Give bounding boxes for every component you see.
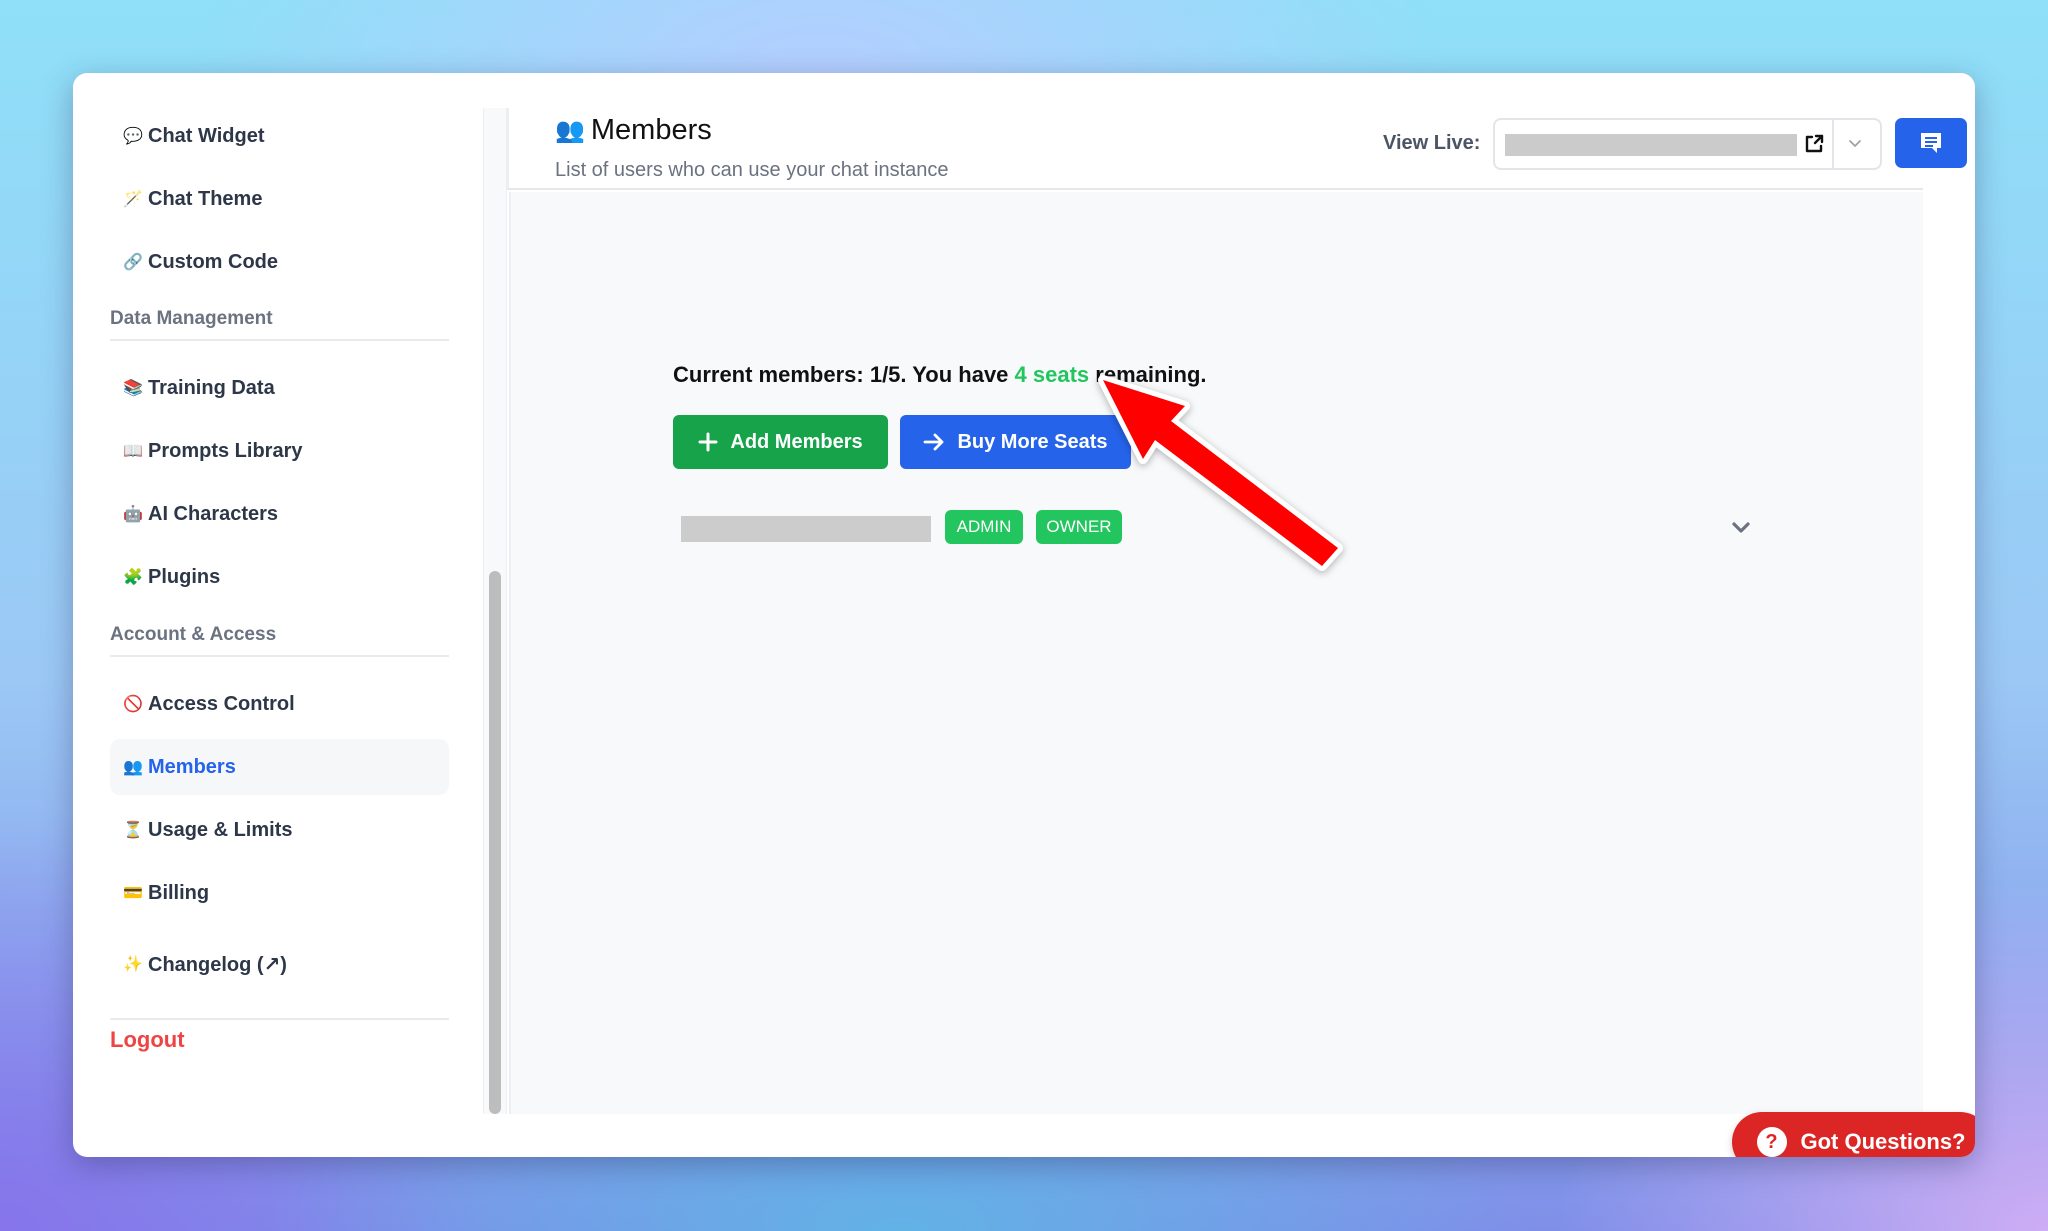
sidebar: 💬 Chat Widget 🪄 Chat Theme 🔗 Custom Code… [110, 108, 490, 1114]
plus-icon [698, 432, 718, 452]
sidebar-item-label: AI Characters [148, 502, 279, 525]
admin-badge: ADMIN [945, 510, 1023, 544]
app-window: 💬 Chat Widget 🪄 Chat Theme 🔗 Custom Code… [73, 73, 1975, 1157]
member-row[interactable]: ADMIN OWNER [681, 506, 1771, 556]
view-live-label: View Live: [1383, 132, 1481, 154]
prohibited-icon: 🚫 [123, 696, 143, 713]
sidebar-item-label: Prompts Library [148, 439, 303, 462]
sidebar-item-custom-code[interactable]: 🔗 Custom Code [110, 234, 449, 290]
sidebar-item-label: Chat Widget [148, 124, 265, 147]
section-title-data-management: Data Management [110, 308, 449, 341]
sidebar-item-changelog[interactable]: ✨ Changelog (↗) [110, 936, 449, 992]
open-chat-button[interactable] [1895, 118, 1967, 168]
seats-remaining: 4 seats [1014, 362, 1090, 387]
sidebar-item-chat-widget[interactable]: 💬 Chat Widget [110, 108, 449, 164]
credit-card-icon: 💳 [123, 885, 143, 902]
external-link-icon[interactable] [1802, 132, 1826, 156]
owner-badge: OWNER [1036, 510, 1122, 544]
sidebar-item-label: Changelog (↗) [148, 953, 287, 976]
sidebar-item-training-data[interactable]: 📚 Training Data [110, 360, 449, 416]
member-email-redacted [681, 516, 931, 542]
select-separator [1832, 120, 1834, 168]
users-icon: 👥 [123, 759, 143, 776]
sidebar-item-ai-characters[interactable]: 🤖 AI Characters [110, 486, 449, 542]
buy-more-seats-label: Buy More Seats [957, 430, 1108, 453]
page-title-text: Members [590, 114, 712, 146]
sidebar-item-prompts-library[interactable]: 📖 Prompts Library [110, 423, 449, 479]
section-title-account-access: Account & Access [110, 624, 449, 657]
sidebar-divider [110, 1018, 449, 1020]
puzzle-icon: 🧩 [123, 569, 143, 586]
sidebar-item-members[interactable]: 👥 Members [110, 739, 449, 795]
sidebar-item-label: Access Control [148, 692, 295, 715]
hourglass-icon: ⏳ [123, 822, 143, 839]
sidebar-scrollbar-thumb[interactable] [489, 571, 501, 1114]
sparkles-icon: ✨ [123, 956, 143, 973]
chevron-down-icon[interactable] [1840, 132, 1870, 156]
members-summary: Current members: 1/5. You have 4 seats r… [673, 362, 1207, 388]
sidebar-item-plugins[interactable]: 🧩 Plugins [110, 549, 449, 605]
add-members-label: Add Members [730, 430, 863, 453]
link-icon: 🔗 [123, 254, 143, 271]
robot-icon: 🤖 [123, 506, 143, 523]
logout-link[interactable]: Logout [110, 1027, 185, 1053]
arrow-right-icon [924, 433, 944, 451]
chat-message-icon [1921, 133, 1941, 153]
page-subtitle: List of users who can use your chat inst… [555, 159, 949, 181]
open-book-icon: 📖 [123, 443, 143, 460]
sidebar-item-label: Plugins [148, 565, 221, 588]
buy-more-seats-button[interactable]: Buy More Seats [900, 415, 1131, 469]
sidebar-item-access-control[interactable]: 🚫 Access Control [110, 676, 449, 732]
got-questions-button[interactable]: ? Got Questions? [1732, 1112, 1975, 1157]
summary-prefix: Current members: 1/5. You have [673, 362, 1015, 387]
books-icon: 📚 [123, 380, 143, 397]
summary-suffix: remaining. [1089, 362, 1207, 387]
sidebar-item-usage-limits[interactable]: ⏳ Usage & Limits [110, 802, 449, 858]
sidebar-item-label: Custom Code [148, 250, 278, 273]
sidebar-item-label: Chat Theme [148, 187, 263, 210]
sidebar-item-label: Billing [148, 881, 210, 904]
sidebar-item-label: Usage & Limits [148, 818, 293, 841]
sidebar-item-label: Training Data [148, 376, 275, 399]
question-icon: ? [1756, 1127, 1787, 1157]
view-live-select[interactable] [1493, 118, 1882, 170]
magic-wand-icon: 🪄 [123, 191, 143, 208]
sidebar-item-billing[interactable]: 💳 Billing [110, 865, 449, 921]
sidebar-item-chat-theme[interactable]: 🪄 Chat Theme [110, 171, 449, 227]
users-icon: 👥 [555, 117, 585, 144]
add-members-button[interactable]: Add Members [673, 415, 888, 469]
view-live-url-redacted [1505, 134, 1797, 156]
expand-chevron-icon[interactable] [1726, 516, 1756, 540]
page-header: 👥 Members List of users who can use your… [507, 108, 1967, 190]
sidebar-item-label: Members [148, 755, 236, 778]
page-title: 👥 Members [555, 114, 712, 147]
main-content: Current members: 1/5. You have 4 seats r… [509, 192, 1975, 1157]
speech-bubble-icon: 💬 [123, 128, 143, 145]
got-questions-label: Got Questions? [1800, 1129, 1966, 1154]
